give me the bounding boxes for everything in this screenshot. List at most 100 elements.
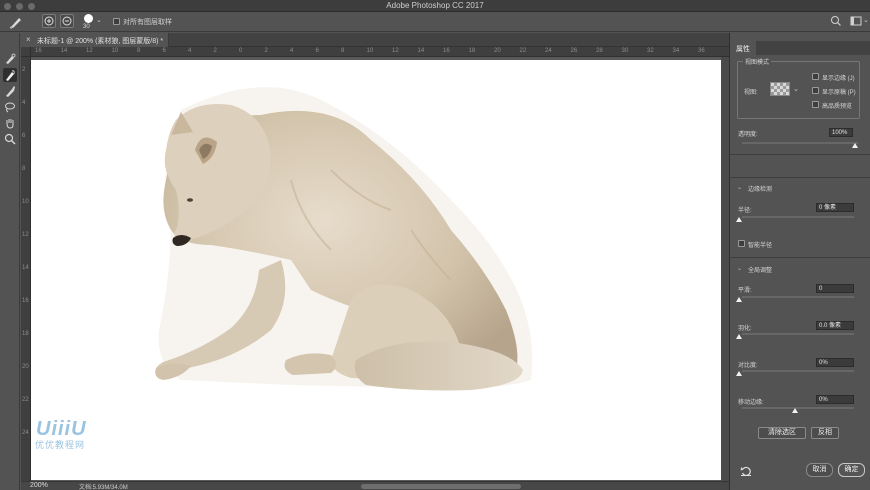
shift-edge-label: 移动边缘: (738, 400, 764, 406)
contrast-slider-knob[interactable] (736, 371, 742, 376)
ruler-tick-label: 2 (213, 48, 217, 54)
feather-slider-track[interactable] (742, 333, 854, 335)
ruler-tick-label: 12 (86, 48, 93, 54)
ok-button[interactable]: 确定 (838, 463, 865, 477)
ruler-tick-label: 24 (545, 48, 552, 54)
global-refinements-title: 全局调整 (748, 268, 773, 274)
document-canvas[interactable]: UiiiU 优优教程网 (31, 60, 721, 480)
reset-icon[interactable] (740, 465, 752, 479)
ruler-tick-label: 30 (621, 48, 629, 54)
feather-slider-knob[interactable] (736, 334, 742, 339)
radius-field[interactable]: 0 像素 (816, 203, 854, 212)
collapse-chevron-icon: ⌄ (737, 266, 743, 272)
zoom-level[interactable]: 200% (30, 482, 48, 489)
document-tab[interactable]: × 未标题-1 @ 200% (素材狼, 图层蒙版/8) * (21, 33, 169, 47)
ruler-tick-label: 22 (519, 48, 527, 54)
workspace-chevron-icon[interactable]: ⌄ (863, 16, 869, 24)
smart-radius-checkbox[interactable] (738, 240, 745, 247)
hand-tool-icon (6, 119, 14, 129)
zoom-tool-icon (4, 133, 16, 145)
brush-dropdown-chevron-icon[interactable]: ⌄ (96, 16, 102, 24)
add-to-selection-button[interactable] (42, 14, 56, 28)
ruler-tick-label: 14 (22, 265, 29, 271)
ruler-tick-label: 6 (315, 48, 319, 54)
shift-edge-slider-knob[interactable] (792, 408, 798, 413)
shift-edge-field[interactable]: 0% (816, 395, 854, 404)
wolf-image (155, 87, 533, 391)
feather-field[interactable]: 0.0 像素 (816, 321, 854, 330)
opacity-slider-knob[interactable] (852, 143, 858, 148)
quick-selection-tool[interactable] (3, 52, 17, 66)
opacity-label: 透明度: (738, 132, 758, 138)
smooth-slider-track[interactable] (742, 296, 854, 298)
invert-button[interactable]: 反相 (811, 427, 839, 439)
shift-edge-slider-track[interactable] (742, 407, 854, 409)
quick-selection-tool-icon (6, 53, 16, 64)
ruler-tick-label: 2 (22, 67, 26, 73)
ruler-tick-label: 18 (468, 48, 476, 54)
zoom-tool[interactable] (3, 132, 17, 146)
minus-circle-icon (62, 16, 72, 26)
section-divider (730, 154, 870, 155)
view-mode-chevron-icon[interactable]: ⌄ (793, 85, 799, 93)
vertical-scrollbar[interactable] (721, 57, 729, 481)
show-original-checkbox[interactable] (812, 87, 819, 94)
view-mode-group: 视图模式 视图: ⌄ 显示边缘 (J) 显示原稿 (P) 高品质预览 (737, 57, 860, 119)
global-refinements-header[interactable]: ⌄ 全局调整 (737, 265, 773, 274)
brush-tool-icon (6, 86, 15, 97)
ruler-tick-label: 14 (60, 48, 68, 54)
ruler-tick-label: 8 (137, 48, 141, 54)
document-size[interactable]: 文档:5.93M/34.0M (79, 482, 128, 490)
show-edge-checkbox[interactable] (812, 73, 819, 80)
hq-preview-checkbox[interactable] (812, 101, 819, 108)
opacity-field[interactable]: 100% (829, 128, 853, 137)
contrast-field[interactable]: 0% (816, 358, 854, 367)
brush-preview[interactable] (84, 14, 93, 23)
refine-edge-brush-tool[interactable] (3, 68, 17, 82)
close-tab-icon[interactable]: × (26, 35, 31, 44)
ruler-tick-label: 20 (22, 364, 29, 370)
clear-selection-button[interactable]: 清除选区 (758, 427, 806, 439)
subtract-from-selection-button[interactable] (60, 14, 74, 28)
radius-slider-track[interactable] (742, 216, 854, 218)
ruler-tick-label: 24 (22, 430, 29, 436)
ruler-origin[interactable] (21, 47, 31, 57)
hand-tool[interactable] (3, 116, 17, 130)
smooth-slider-knob[interactable] (736, 297, 742, 302)
ruler-tick-label: 34 (672, 48, 680, 54)
lasso-tool[interactable] (3, 100, 17, 114)
status-bar: 200% 文档:5.93M/34.0M (21, 481, 729, 490)
brush-tool[interactable] (3, 84, 17, 98)
horizontal-ruler[interactable]: 16 14 12 10 8 6 4 2 0 2 4 6 8 10 12 14 16 18 20 22 24 26 28 30 3… (31, 47, 729, 57)
radius-slider-knob[interactable] (736, 217, 742, 222)
refine-brush-preset-icon[interactable] (8, 14, 24, 32)
contrast-slider-track[interactable] (742, 370, 854, 372)
edge-detection-header[interactable]: ⌄ 边缘检测 (737, 184, 773, 193)
section-divider (730, 177, 870, 178)
ruler-tick-label: 10 (22, 199, 29, 205)
workspace-switcher-icon[interactable] (850, 15, 862, 29)
tool-column (0, 33, 20, 490)
edge-detection-title: 边缘检测 (748, 187, 773, 193)
ruler-tick-label: 20 (494, 48, 501, 54)
options-bar: 30 ⌄ 对所有图层取样 ⌄ (0, 12, 870, 32)
tab-properties[interactable]: 属性 (730, 41, 756, 55)
feather-label: 羽化: (738, 326, 752, 332)
horizontal-scrollbar-thumb[interactable] (361, 484, 521, 489)
opacity-slider-track[interactable] (742, 142, 858, 144)
view-mode-thumbnail[interactable] (770, 82, 790, 96)
search-icon[interactable] (830, 15, 842, 29)
ruler-tick-label: 16 (35, 48, 42, 54)
title-bar: Adobe Photoshop CC 2017 (0, 0, 870, 12)
cancel-button[interactable]: 取消 (806, 463, 833, 477)
app-title: Adobe Photoshop CC 2017 (386, 1, 484, 10)
watermark-text: 优优教程网 (35, 440, 86, 450)
ruler-tick-label: 36 (698, 48, 705, 54)
ruler-tick-label: 8 (341, 48, 345, 54)
smooth-label: 平滑: (738, 288, 752, 294)
vertical-ruler[interactable]: 2 4 6 8 10 12 14 16 18 20 22 24 (21, 47, 31, 481)
canvas-area[interactable]: UiiiU 优优教程网 (31, 57, 729, 481)
ruler-tick-label: 0 (239, 48, 243, 54)
smooth-field[interactable]: 0 (816, 284, 854, 293)
sample-all-layers-checkbox[interactable] (113, 18, 120, 25)
